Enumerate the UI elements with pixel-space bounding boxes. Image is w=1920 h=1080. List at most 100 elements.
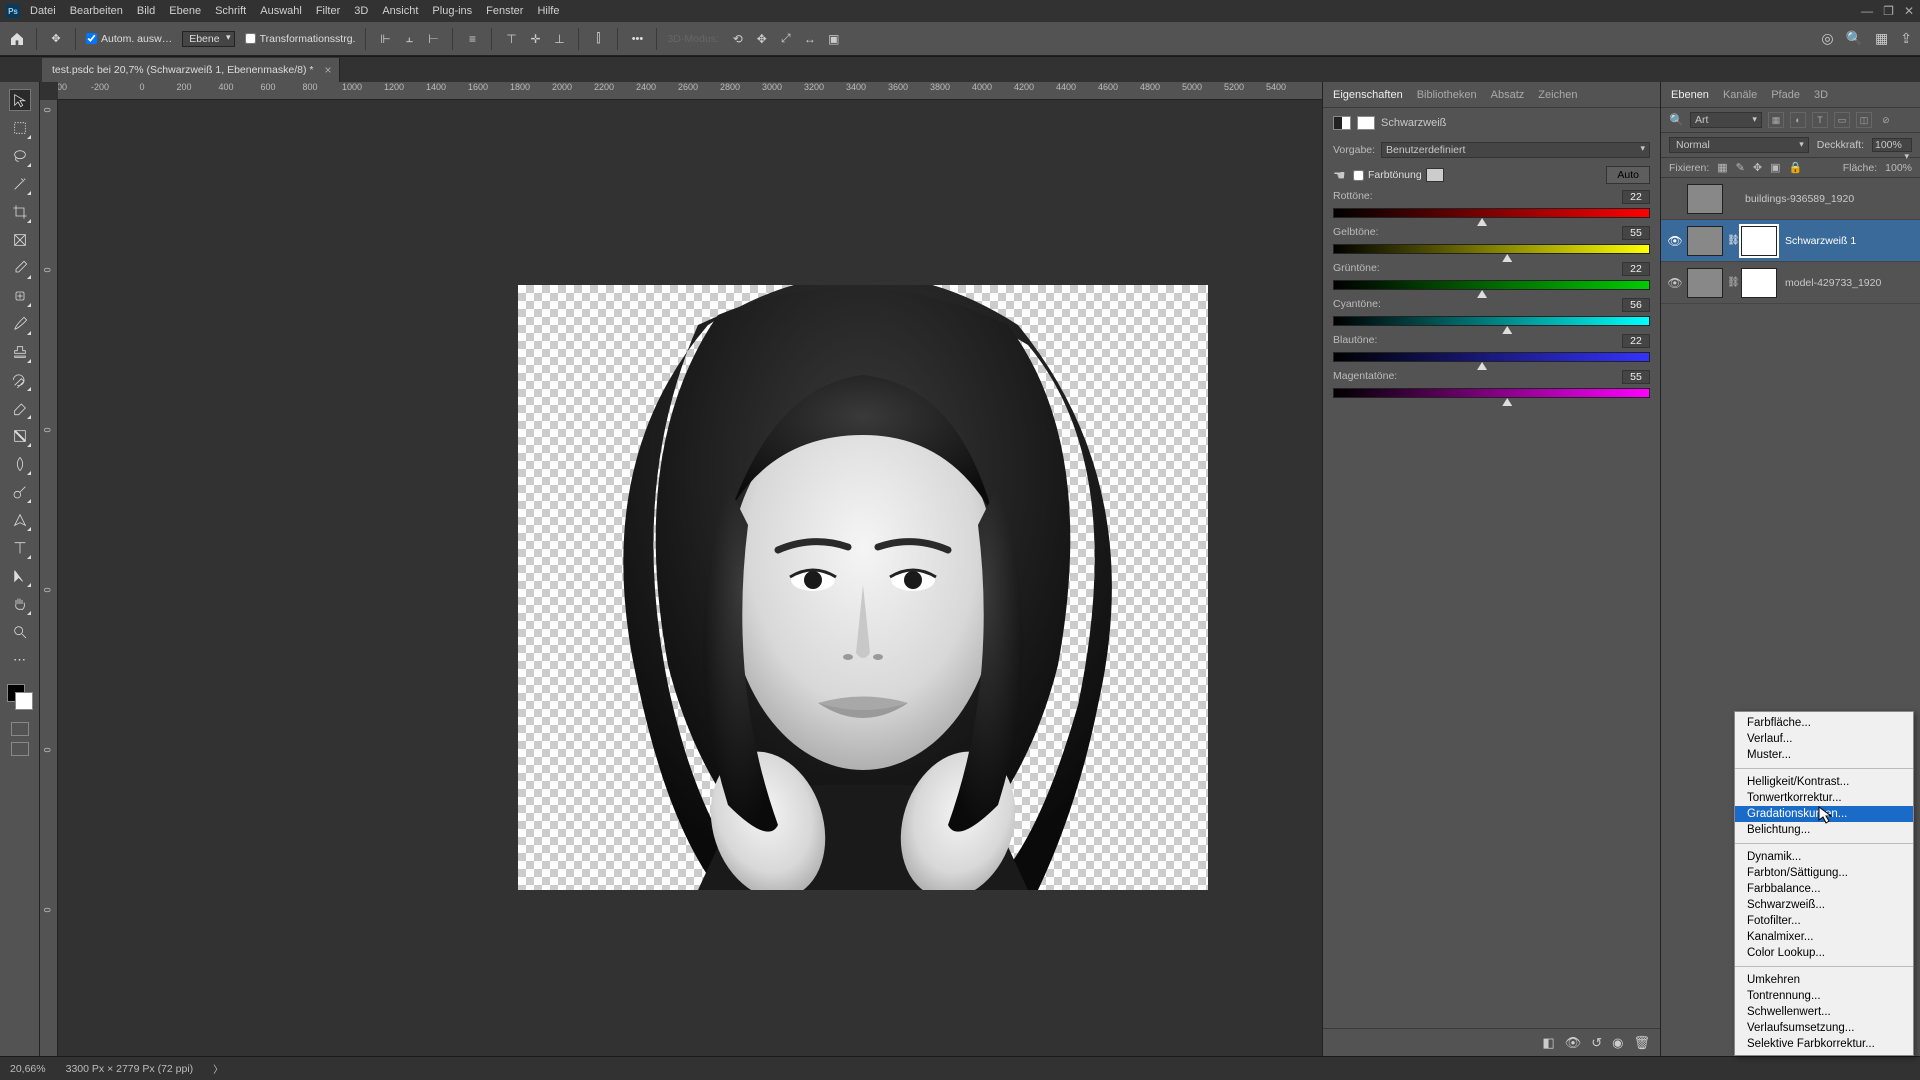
- quickmask-icon[interactable]: [11, 722, 29, 736]
- filter-shape-icon[interactable]: ▭: [1834, 112, 1850, 128]
- layer-row[interactable]: buildings-936589_1920: [1661, 178, 1920, 220]
- menu-item-3d[interactable]: 3D: [354, 5, 368, 17]
- context-menu-item[interactable]: Tonwertkorrektur...: [1735, 790, 1913, 806]
- layer-thumbnail[interactable]: [1687, 226, 1723, 256]
- history-brush-tool[interactable]: [10, 370, 30, 390]
- context-menu-item[interactable]: Muster...: [1735, 747, 1913, 763]
- slider-thumb[interactable]: [1477, 290, 1487, 298]
- color-swatches[interactable]: [7, 684, 33, 710]
- align-bottom-icon[interactable]: ⊥: [550, 32, 568, 46]
- menu-item-fenster[interactable]: Fenster: [486, 5, 523, 17]
- mask-thumbnail[interactable]: [1741, 226, 1777, 256]
- context-menu-item[interactable]: Schwarzweiß...: [1735, 897, 1913, 913]
- auto-select-target-dropdown[interactable]: Ebene: [182, 31, 234, 47]
- layer-name[interactable]: buildings-936589_1920: [1745, 193, 1854, 205]
- edit-toolbar-icon[interactable]: ⋯: [10, 650, 30, 670]
- close-button[interactable]: ✕: [1904, 4, 1914, 18]
- layer-row[interactable]: 👁 ⛓ model-429733_1920: [1661, 262, 1920, 304]
- layers-tab[interactable]: 3D: [1814, 89, 1828, 101]
- distribute-v-icon[interactable]: ⫿: [589, 32, 607, 46]
- menu-item-plug-ins[interactable]: Plug-ins: [432, 5, 472, 17]
- layer-thumbnail[interactable]: [1687, 268, 1723, 298]
- workspace-icon[interactable]: ▦: [1875, 30, 1888, 47]
- context-menu-item[interactable]: Fotofilter...: [1735, 913, 1913, 929]
- minimize-button[interactable]: —: [1861, 4, 1873, 18]
- menu-item-datei[interactable]: Datei: [30, 5, 56, 17]
- tint-color-swatch[interactable]: [1426, 168, 1444, 182]
- transform-controls-checkbox[interactable]: Transformationsstrg.: [245, 33, 356, 45]
- slider-value-input[interactable]: 55: [1622, 370, 1650, 384]
- slider-track[interactable]: [1333, 316, 1650, 326]
- link-icon[interactable]: ⛓: [1727, 235, 1737, 246]
- lock-artboard-icon[interactable]: ▣: [1770, 161, 1780, 174]
- layers-tab[interactable]: Kanäle: [1723, 89, 1757, 101]
- context-menu-item[interactable]: Farbbalance...: [1735, 881, 1913, 897]
- slider-track[interactable]: [1333, 208, 1650, 218]
- slider-thumb[interactable]: [1477, 218, 1487, 226]
- canvas-viewport[interactable]: [58, 100, 1322, 1056]
- reset-icon[interactable]: ↺: [1591, 1035, 1602, 1051]
- visibility-toggle-icon[interactable]: 👁: [1667, 234, 1683, 248]
- stamp-tool[interactable]: [10, 342, 30, 362]
- marquee-tool[interactable]: [10, 118, 30, 138]
- preset-dropdown[interactable]: Benutzerdefiniert: [1381, 142, 1650, 158]
- pen-tool[interactable]: [10, 510, 30, 530]
- distribute-h-icon[interactable]: ≡: [463, 32, 481, 46]
- layer-name[interactable]: Schwarzweiß 1: [1785, 235, 1856, 247]
- move-tool-icon[interactable]: ✥: [47, 30, 65, 48]
- lock-paint-icon[interactable]: ✎: [1736, 161, 1745, 174]
- align-hcenter-icon[interactable]: ⫠: [400, 32, 418, 46]
- blur-tool[interactable]: [10, 454, 30, 474]
- context-menu-item[interactable]: Umkehren: [1735, 972, 1913, 988]
- layers-tab[interactable]: Pfade: [1771, 89, 1800, 101]
- statusbar-chevron-icon[interactable]: 〉: [213, 1061, 223, 1076]
- slider-value-input[interactable]: 22: [1622, 334, 1650, 348]
- gradient-tool[interactable]: [10, 426, 30, 446]
- zoom-tool[interactable]: [10, 622, 30, 642]
- visibility-toggle-icon[interactable]: 👁: [1667, 276, 1683, 290]
- context-menu-item[interactable]: Tontrennung...: [1735, 988, 1913, 1004]
- move-tool[interactable]: [10, 90, 30, 110]
- slider-track[interactable]: [1333, 244, 1650, 254]
- menu-item-bearbeiten[interactable]: Bearbeiten: [70, 5, 123, 17]
- home-icon[interactable]: [8, 30, 26, 48]
- crop-tool[interactable]: [10, 202, 30, 222]
- filter-type-icon[interactable]: T: [1812, 112, 1828, 128]
- close-tab-icon[interactable]: ×: [324, 63, 331, 77]
- maximize-button[interactable]: ❐: [1883, 4, 1894, 18]
- clip-to-layer-icon[interactable]: ◧: [1542, 1035, 1554, 1051]
- filter-toggle-icon[interactable]: ⊘: [1878, 112, 1894, 128]
- context-menu-item[interactable]: Belichtung...: [1735, 822, 1913, 838]
- frame-tool[interactable]: [10, 230, 30, 250]
- lock-all-icon[interactable]: 🔒: [1789, 161, 1803, 174]
- slider-value-input[interactable]: 22: [1622, 190, 1650, 204]
- properties-tab[interactable]: Eigenschaften: [1333, 89, 1403, 101]
- context-menu-item[interactable]: Helligkeit/Kontrast...: [1735, 774, 1913, 790]
- align-top-icon[interactable]: ⊤: [502, 32, 520, 46]
- filter-kind-dropdown[interactable]: Art: [1690, 112, 1762, 128]
- slider-thumb[interactable]: [1502, 398, 1512, 406]
- context-menu-item[interactable]: Verlauf...: [1735, 731, 1913, 747]
- context-menu-item[interactable]: Selektive Farbkorrektur...: [1735, 1036, 1913, 1052]
- zoom-level[interactable]: 20,66%: [10, 1063, 46, 1075]
- share-icon[interactable]: ⇪: [1900, 30, 1912, 47]
- context-menu-item[interactable]: Farbfläche...: [1735, 715, 1913, 731]
- mask-thumbnail[interactable]: [1741, 268, 1777, 298]
- slider-track[interactable]: [1333, 352, 1650, 362]
- menu-item-ebene[interactable]: Ebene: [169, 5, 201, 17]
- menu-item-filter[interactable]: Filter: [316, 5, 340, 17]
- auto-select-checkbox[interactable]: Autom. ausw…: [86, 33, 172, 45]
- layer-name[interactable]: model-429733_1920: [1785, 277, 1881, 289]
- document-info[interactable]: 3300 Px × 2779 Px (72 ppi): [66, 1063, 194, 1075]
- menu-item-auswahl[interactable]: Auswahl: [260, 5, 302, 17]
- magic-wand-tool[interactable]: [10, 174, 30, 194]
- context-menu-item[interactable]: Color Lookup...: [1735, 945, 1913, 961]
- document-tab[interactable]: test.psdc bei 20,7% (Schwarzweiß 1, Eben…: [42, 58, 340, 82]
- lock-transparency-icon[interactable]: ▦: [1717, 161, 1727, 174]
- layer-row[interactable]: 👁 ⛓ Schwarzweiß 1: [1661, 220, 1920, 262]
- menu-item-ansicht[interactable]: Ansicht: [382, 5, 418, 17]
- properties-tab[interactable]: Zeichen: [1538, 89, 1577, 101]
- slider-track[interactable]: [1333, 388, 1650, 398]
- brush-tool[interactable]: [10, 314, 30, 334]
- menu-item-hilfe[interactable]: Hilfe: [537, 5, 559, 17]
